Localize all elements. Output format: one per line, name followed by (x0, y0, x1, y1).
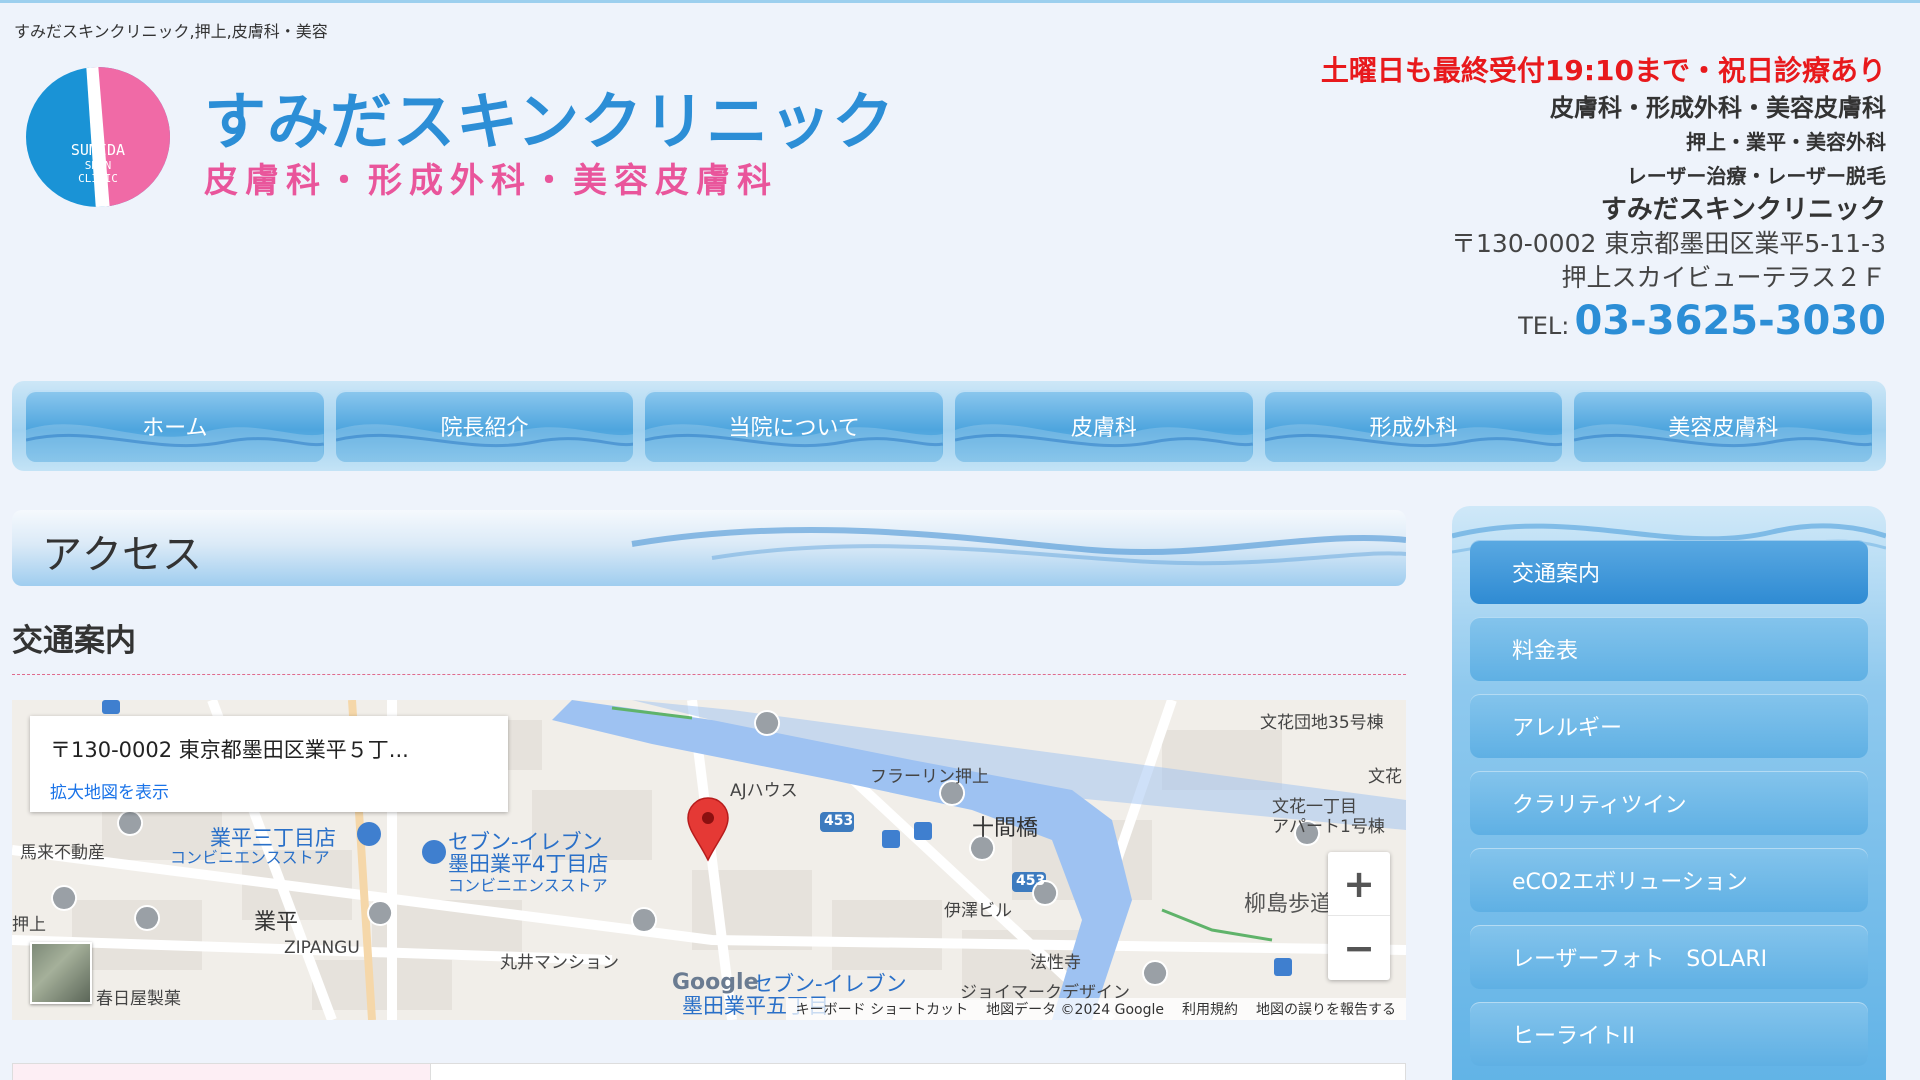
map-label: 柳島歩道 (1244, 892, 1333, 917)
nav-dermatology[interactable]: 皮膚科 (955, 390, 1253, 462)
info-table-head-cell (13, 1064, 431, 1080)
map-label: ZIPANGU (284, 938, 360, 958)
site-tagline: すみだスキンクリニック,押上,皮膚科・美容 (14, 22, 328, 41)
route-shield-label: 453 (1016, 873, 1046, 889)
header-departments: 皮膚科・形成外科・美容皮膚科 (1550, 94, 1886, 122)
page-title-banner: アクセス (12, 510, 1406, 586)
map-label: コンビニエンスストア (170, 848, 330, 867)
map-card-address: 〒130-0002 東京都墨田区業平５丁... (50, 738, 409, 762)
report-error-link[interactable]: 地図の誤りを報告する (1256, 999, 1396, 1019)
sidebar-item-solari[interactable]: レーザーフォト SOLARI (1470, 925, 1868, 989)
sidebar-item-healite[interactable]: ヒーライトII (1470, 1002, 1868, 1066)
terms-link[interactable]: 利用規約 (1182, 999, 1238, 1019)
brand-name[interactable]: すみだスキンクリニック (204, 71, 895, 161)
header-clinic-name: すみだスキンクリニック (1600, 195, 1886, 225)
map-label: 丸井マンション (500, 953, 619, 973)
keyboard-shortcuts-link[interactable]: キーボード ショートカット (796, 999, 968, 1019)
clinic-logo[interactable]: SUMIDA SKIN CLINIC (24, 63, 172, 211)
view-larger-map-link[interactable]: 拡大地図を表示 (50, 778, 488, 803)
nav-plastic-surgery[interactable]: 形成外科 (1264, 390, 1563, 462)
sidebar-item-pricing[interactable]: 料金表 (1470, 617, 1868, 681)
svg-text:SKIN: SKIN (85, 159, 112, 172)
sidebar-item-access[interactable]: 交通案内 (1470, 540, 1868, 604)
zoom-control: + − (1328, 852, 1390, 980)
info-table-row (12, 1063, 1406, 1080)
svg-text:CLINIC: CLINIC (78, 172, 118, 185)
zoom-in-button[interactable]: + (1328, 852, 1390, 916)
header-info: 土曜日も最終受付19:10まで・祝日診療あり 皮膚科・形成外科・美容皮膚科 押上… (1321, 51, 1886, 351)
map-label: アパート1号棟 (1272, 817, 1385, 837)
map-label: 業平 (254, 910, 299, 935)
header-phone: TEL: 03-3625-3030 (1321, 299, 1886, 351)
map-label: 法性寺 (1030, 953, 1081, 973)
svg-text:SUMIDA: SUMIDA (71, 141, 125, 159)
map-label: 伊澤ビル (944, 901, 1012, 921)
header-treatments: レーザー治療・レーザー脱毛 (1626, 164, 1886, 188)
map-label: AJハウス (730, 781, 798, 801)
header-address: 〒130-0002 東京都墨田区業平5-11-3 (1451, 229, 1886, 258)
map-label: 十間橋 (972, 816, 1039, 841)
zoom-out-button[interactable]: − (1328, 916, 1390, 980)
map-info-card: 〒130-0002 東京都墨田区業平５丁... 拡大地図を表示 (30, 716, 508, 812)
map-label: フラーリン押上 (870, 767, 989, 787)
main-nav: ホーム 院長紹介 当院について 皮膚科 形成外科 美容皮膚科 (12, 381, 1886, 471)
map-label: 文花 (1368, 767, 1402, 787)
sidebar-item-clarity-twin[interactable]: クラリティツイン (1470, 771, 1868, 835)
brand-subtitle: 皮膚科・形成外科・美容皮膚科 (204, 161, 778, 201)
hours-notice: 土曜日も最終受付19:10まで・祝日診療あり (1320, 54, 1886, 87)
tel-label: TEL: (1518, 312, 1570, 340)
google-map[interactable]: 文花団地35号棟 文花 文花一丁目 アパート1号棟 AJハウス フラーリン押上 … (12, 700, 1406, 1020)
map-label: 馬来不動産 (20, 843, 105, 863)
nav-director[interactable]: 院長紹介 (335, 390, 634, 462)
map-footer: キーボード ショートカット 地図データ ©2024 Google 利用規約 地図… (785, 998, 1406, 1020)
nav-home[interactable]: ホーム (26, 390, 324, 462)
map-label: 押上 (12, 915, 46, 935)
google-logo: Google (672, 970, 759, 995)
sidebar-item-allergy[interactable]: アレルギー (1470, 694, 1868, 758)
satellite-toggle[interactable] (30, 942, 92, 1004)
sidebar-item-eco2[interactable]: eCO2エボリューション (1470, 848, 1868, 912)
nav-cosmetic-dermatology[interactable]: 美容皮膚科 (1574, 390, 1873, 462)
section-heading: 交通案内 (12, 615, 1406, 675)
route-shield-label: 453 (824, 813, 854, 829)
header-areas: 押上・業平・美容外科 (1686, 130, 1886, 154)
map-label: 春日屋製菓 (96, 989, 181, 1009)
sidebar: 交通案内 料金表 アレルギー クラリティツイン eCO2エボリューション レーザ… (1452, 506, 1886, 1080)
map-label: コンビニエンスストア (448, 876, 608, 895)
tel-number[interactable]: 03-3625-3030 (1574, 298, 1886, 344)
header-building: 押上スカイビューテラス２Ｆ (1561, 263, 1886, 292)
page-title: アクセス (42, 532, 202, 578)
map-data-attribution: 地図データ ©2024 Google (986, 1002, 1164, 1018)
map-label: 文花団地35号棟 (1260, 713, 1384, 733)
nav-about[interactable]: 当院について (645, 390, 944, 462)
